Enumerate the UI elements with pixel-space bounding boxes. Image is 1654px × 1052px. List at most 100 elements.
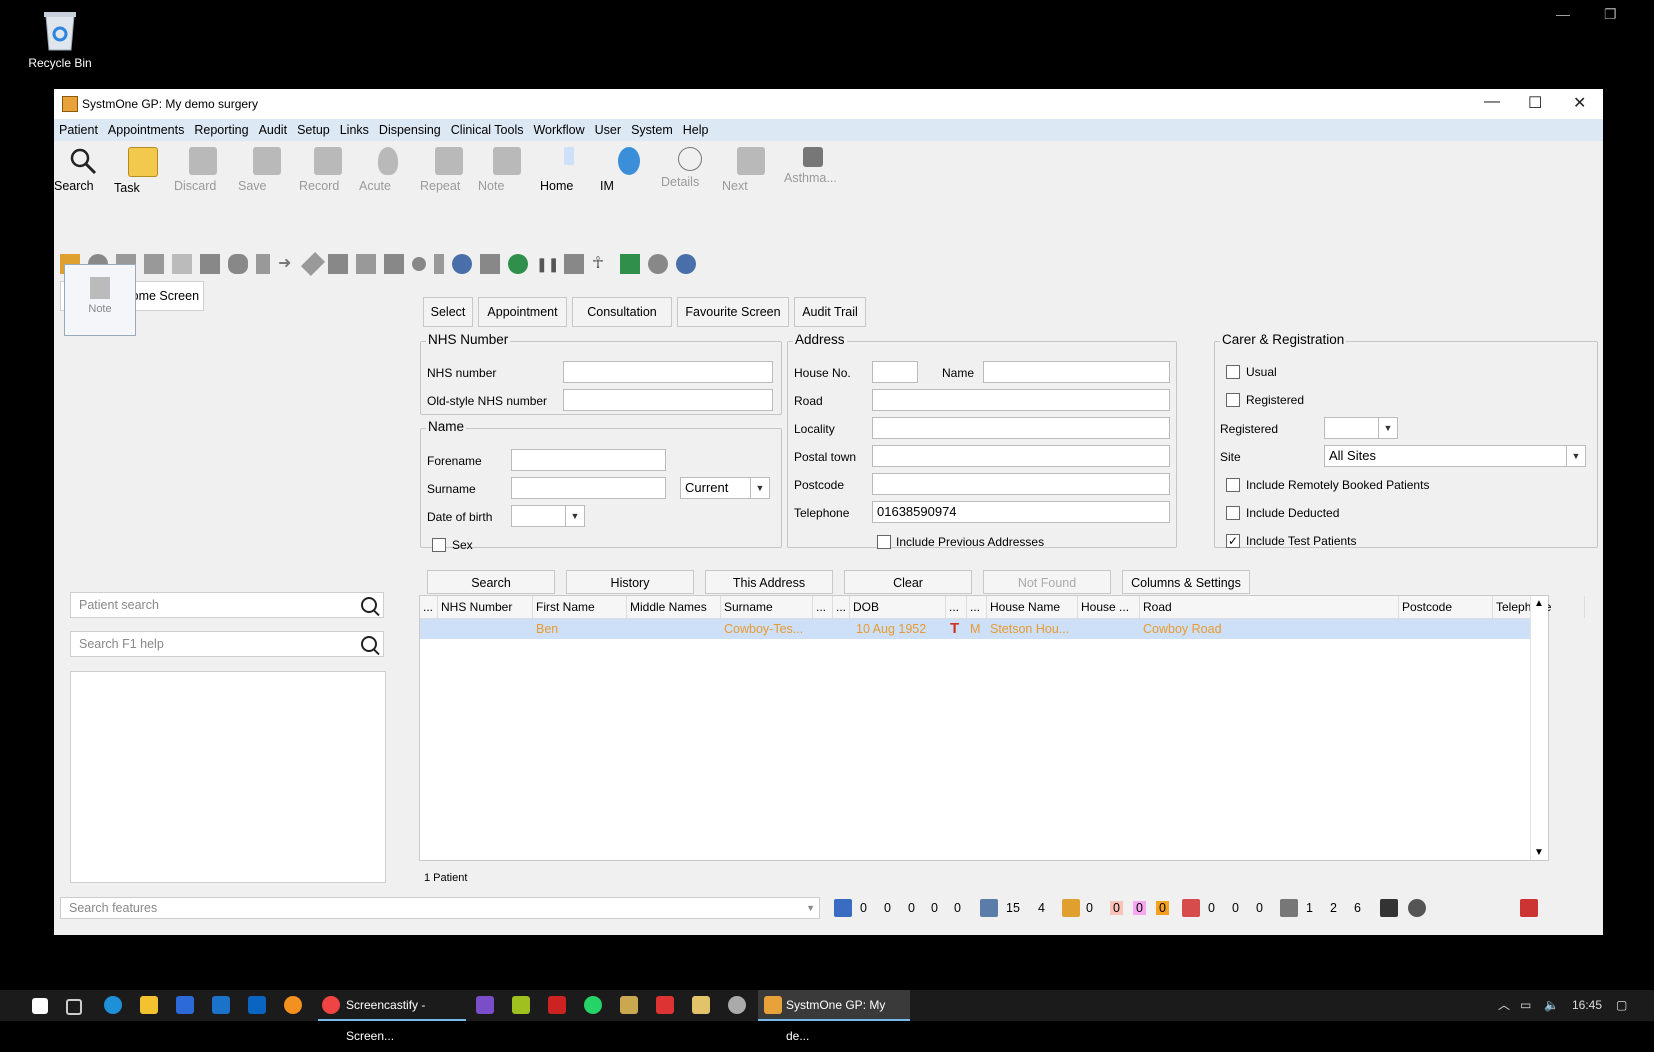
menu-workflow[interactable]: Workflow <box>528 119 589 141</box>
start-icon[interactable] <box>32 998 48 1014</box>
scroll-up-icon[interactable]: ▲ <box>1534 598 1544 609</box>
app-icon-folder[interactable] <box>620 996 638 1014</box>
help-search-input[interactable]: Search F1 help <box>70 631 384 657</box>
postal-town-input[interactable] <box>872 445 1170 467</box>
clear-button[interactable]: Clear <box>844 570 972 594</box>
old-style-nhs-input[interactable] <box>563 389 773 411</box>
person-icon[interactable]: ☥ <box>592 254 612 274</box>
book-icon[interactable] <box>620 254 640 274</box>
taskbar-app-systmone[interactable]: SystmOne GP: My de... <box>758 990 910 1043</box>
chevron-down-icon[interactable]: ▼ <box>806 898 815 918</box>
next-button[interactable]: Next <box>722 147 780 193</box>
edge-icon[interactable] <box>104 996 122 1014</box>
quick-8-icon[interactable] <box>256 254 270 274</box>
col-header[interactable]: ... <box>967 596 987 618</box>
tab-select[interactable]: Select <box>423 297 473 327</box>
visual-studio-icon[interactable] <box>476 996 494 1014</box>
col-header-house[interactable]: House ... <box>1078 596 1140 618</box>
pause-icon[interactable]: ❚❚ <box>536 254 559 274</box>
include-remote-checkbox[interactable] <box>1226 478 1240 492</box>
col-header-postcode[interactable]: Postcode <box>1399 596 1493 618</box>
menu-reporting[interactable]: Reporting <box>189 119 253 141</box>
maximize-button[interactable]: ☐ <box>1528 93 1542 113</box>
clipboard-icon[interactable] <box>1280 899 1298 917</box>
app-icon-green[interactable] <box>512 996 530 1014</box>
scroll-down-icon[interactable]: ▼ <box>1534 847 1544 858</box>
quick-5-icon[interactable] <box>172 254 192 274</box>
table-row[interactable]: Ben Cowboy-Tes... 10 Aug 1952 T M Stetso… <box>420 619 1530 639</box>
current-select[interactable]: Current ▼ <box>680 477 770 499</box>
col-header[interactable]: ... <box>813 596 833 618</box>
home-button[interactable]: Home <box>540 147 598 193</box>
quick-11-icon[interactable] <box>328 254 348 274</box>
nhs-number-input[interactable] <box>563 361 773 383</box>
locality-input[interactable] <box>872 417 1170 439</box>
sex-checkbox[interactable] <box>432 538 446 552</box>
quick-4-icon[interactable] <box>144 254 164 274</box>
store-icon[interactable] <box>176 996 194 1014</box>
quick-12-icon[interactable] <box>356 254 376 274</box>
message-icon[interactable] <box>1182 899 1200 917</box>
search-icon[interactable] <box>361 597 377 613</box>
taskbar-app-screencastify[interactable]: Screencastify - Screen... <box>318 990 466 1043</box>
globe-icon[interactable] <box>452 254 472 274</box>
file-explorer-icon[interactable] <box>140 996 158 1014</box>
history-button[interactable]: History <box>566 570 694 594</box>
quick-13-icon[interactable] <box>384 254 404 274</box>
col-header-dob[interactable]: DOB <box>850 596 946 618</box>
menu-links[interactable]: Links <box>335 119 374 141</box>
dob-select[interactable]: ▼ <box>511 505 585 527</box>
magnifier-user-icon[interactable] <box>508 254 528 274</box>
registered-checkbox[interactable] <box>1226 393 1240 407</box>
surname-input[interactable] <box>511 477 666 499</box>
appointment-icon[interactable] <box>1062 899 1080 917</box>
include-test-checkbox[interactable]: ✓ <box>1226 534 1240 548</box>
menu-user[interactable]: User <box>590 119 626 141</box>
quick-10-icon[interactable] <box>300 251 326 277</box>
discard-button[interactable]: Discard <box>174 147 232 193</box>
note-button[interactable]: Note <box>478 147 536 193</box>
chart-icon[interactable] <box>834 899 852 917</box>
search-icon[interactable] <box>361 636 377 652</box>
quick-7-icon[interactable] <box>228 254 248 274</box>
quick-20-icon[interactable] <box>564 254 584 274</box>
col-header[interactable]: ... <box>420 596 438 618</box>
printer-icon[interactable] <box>980 899 998 917</box>
col-header-middle-names[interactable]: Middle Names <box>627 596 721 618</box>
menu-audit[interactable]: Audit <box>254 119 293 141</box>
close-button[interactable]: ✕ <box>1573 93 1586 113</box>
app-icon-red[interactable] <box>656 996 674 1014</box>
menu-appointments[interactable]: Appointments <box>103 119 189 141</box>
details-button[interactable]: Details <box>661 147 719 189</box>
menu-help[interactable]: Help <box>678 119 714 141</box>
include-previous-addresses-checkbox[interactable] <box>877 535 891 549</box>
patient-search-input[interactable]: Patient search <box>70 592 384 618</box>
menu-system[interactable]: System <box>626 119 678 141</box>
registered-select[interactable]: ▼ <box>1324 417 1398 439</box>
col-header-road[interactable]: Road <box>1140 596 1399 618</box>
notifications-icon[interactable]: ▢ <box>1616 990 1627 1021</box>
postcode-input[interactable] <box>872 473 1170 495</box>
col-header-nhs-number[interactable]: NHS Number <box>438 596 533 618</box>
task-button[interactable]: Task <box>114 147 172 195</box>
search-features-input[interactable]: Search features ▼ <box>60 897 820 919</box>
tab-appointment[interactable]: Appointment <box>478 297 567 327</box>
search-button[interactable]: Search <box>54 147 112 193</box>
asthma-button[interactable]: Asthma... <box>784 147 842 185</box>
tab-favourite-screen[interactable]: Favourite Screen <box>677 297 789 327</box>
columns-settings-button[interactable]: Columns & Settings <box>1122 570 1250 594</box>
menu-patient[interactable]: Patient <box>54 119 103 141</box>
search-action-button[interactable]: Search <box>427 570 555 594</box>
task-view-icon[interactable] <box>66 999 82 1015</box>
outlook-icon[interactable] <box>248 996 266 1014</box>
menu-dispensing[interactable]: Dispensing <box>374 119 446 141</box>
recycle-bin[interactable]: Recycle Bin <box>22 8 98 70</box>
site-select[interactable]: All Sites ▼ <box>1324 445 1586 467</box>
quick-6-icon[interactable] <box>200 254 220 274</box>
include-deducted-checkbox[interactable] <box>1226 506 1240 520</box>
smartcard-off-icon[interactable] <box>1520 899 1538 917</box>
record-button[interactable]: Record <box>299 147 357 193</box>
road-input[interactable] <box>872 389 1170 411</box>
not-found-button[interactable]: Not Found <box>983 570 1111 594</box>
menu-setup[interactable]: Setup <box>292 119 335 141</box>
